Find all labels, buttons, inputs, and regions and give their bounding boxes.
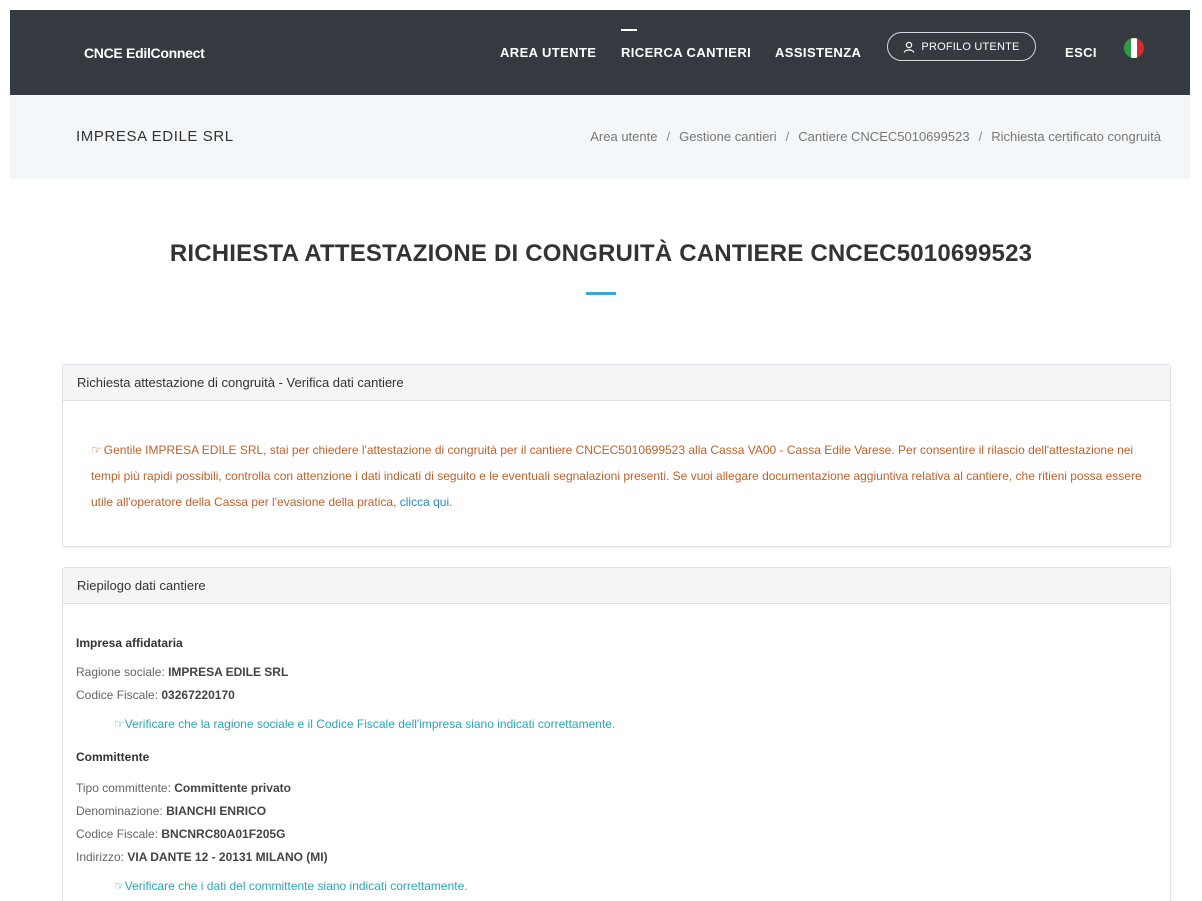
verification-card-header: Richiesta attestazione di congruità - Ve… [63, 365, 1170, 401]
user-icon [903, 41, 915, 53]
breadcrumb-separator: / [978, 129, 983, 144]
top-navbar: CNCE EdilConnect AREA UTENTE RICERCA CAN… [10, 10, 1190, 95]
committente-hint: ☞Verificare che i dati del committente s… [114, 879, 468, 893]
breadcrumb-area-utente[interactable]: Area utente [590, 129, 657, 144]
denominazione-field: Denominazione: BIANCHI ENRICO [76, 804, 266, 818]
profile-button[interactable]: PROFILO UTENTE [887, 32, 1036, 61]
brand-logo[interactable]: CNCE EdilConnect [84, 45, 205, 61]
committente-cf-field: Codice Fiscale: BNCNRC80A01F205G [76, 827, 285, 841]
impresa-cf-label: Codice Fiscale: [76, 688, 162, 702]
summary-card-header: Riepilogo dati cantiere [63, 568, 1170, 604]
denominazione-label: Denominazione: [76, 804, 167, 818]
breadcrumb-current: Richiesta certificato congruità [991, 129, 1161, 144]
breadcrumb-cantiere[interactable]: Cantiere CNCEC5010699523 [798, 129, 969, 144]
impresa-cf-field: Codice Fiscale: 03267220170 [76, 688, 235, 702]
denominazione-value: BIANCHI ENRICO [166, 804, 267, 818]
notice-text: Gentile IMPRESA EDILE SRL, stai per chie… [91, 443, 1142, 509]
ragione-sociale-label: Ragione sociale: [76, 665, 169, 679]
summary-card: Riepilogo dati cantiere Impresa affidata… [62, 567, 1171, 901]
nav-ricerca-cantieri[interactable]: RICERCA CANTIERI [621, 29, 752, 60]
hand-pointing-icon: ☞ [91, 443, 102, 457]
committente-cf-label: Codice Fiscale: [76, 827, 162, 841]
breadcrumb-gestione-cantieri[interactable]: Gestione cantieri [679, 129, 777, 144]
italian-flag-icon[interactable] [1124, 38, 1144, 58]
company-name: IMPRESA EDILE SRL [76, 128, 234, 145]
active-indicator [621, 29, 637, 31]
breadcrumb-separator: / [785, 129, 790, 144]
profile-button-label: PROFILO UTENTE [921, 40, 1020, 53]
tipo-committente-label: Tipo committente: [76, 781, 175, 795]
indirizzo-value: VIA DANTE 12 - 20131 MILANO (MI) [127, 850, 328, 864]
indirizzo-field: Indirizzo: VIA DANTE 12 - 20131 MILANO (… [76, 850, 328, 864]
hand-pointing-icon: ☞ [114, 717, 125, 731]
nav-area-utente[interactable]: AREA UTENTE [500, 45, 596, 60]
tipo-committente-field: Tipo committente: Committente privato [76, 781, 291, 795]
verification-card: Richiesta attestazione di congruità - Ve… [62, 364, 1171, 547]
impresa-section-title: Impresa affidataria [76, 636, 183, 650]
committente-cf-value: BNCNRC80A01F205G [161, 827, 286, 841]
logout-link[interactable]: ESCI [1065, 45, 1097, 60]
committente-section-title: Committente [76, 750, 150, 764]
upload-documents-link[interactable]: clicca qui. [400, 495, 453, 509]
indirizzo-label: Indirizzo: [76, 850, 128, 864]
notice-message: ☞ Gentile IMPRESA EDILE SRL, stai per chi… [91, 437, 1151, 515]
nav-assistenza[interactable]: ASSISTENZA [775, 45, 861, 60]
breadcrumb-separator: / [666, 129, 671, 144]
nav-ricerca-cantieri-label: RICERCA CANTIERI [621, 45, 752, 60]
sub-header: IMPRESA EDILE SRL Area utente / Gestione c… [10, 95, 1190, 179]
impresa-hint-text: Verificare che la ragione sociale e il C… [124, 717, 616, 731]
page-title: RICHIESTA ATTESTAZIONE DI CONGRUITÀ CANT… [169, 240, 1033, 267]
impresa-cf-value: 03267220170 [161, 688, 235, 702]
ragione-sociale-field: Ragione sociale: IMPRESA EDILE SRL [76, 665, 288, 679]
hand-pointing-icon: ☞ [114, 879, 125, 893]
committente-hint-text: Verificare che i dati del committente si… [124, 879, 468, 893]
tipo-committente-value: Committente privato [174, 781, 291, 795]
title-underline [586, 292, 616, 295]
ragione-sociale-value: IMPRESA EDILE SRL [168, 665, 289, 679]
impresa-hint: ☞Verificare che la ragione sociale e il … [114, 717, 615, 731]
breadcrumb: Area utente / Gestione cantieri / Cantiere C… [590, 129, 1161, 144]
